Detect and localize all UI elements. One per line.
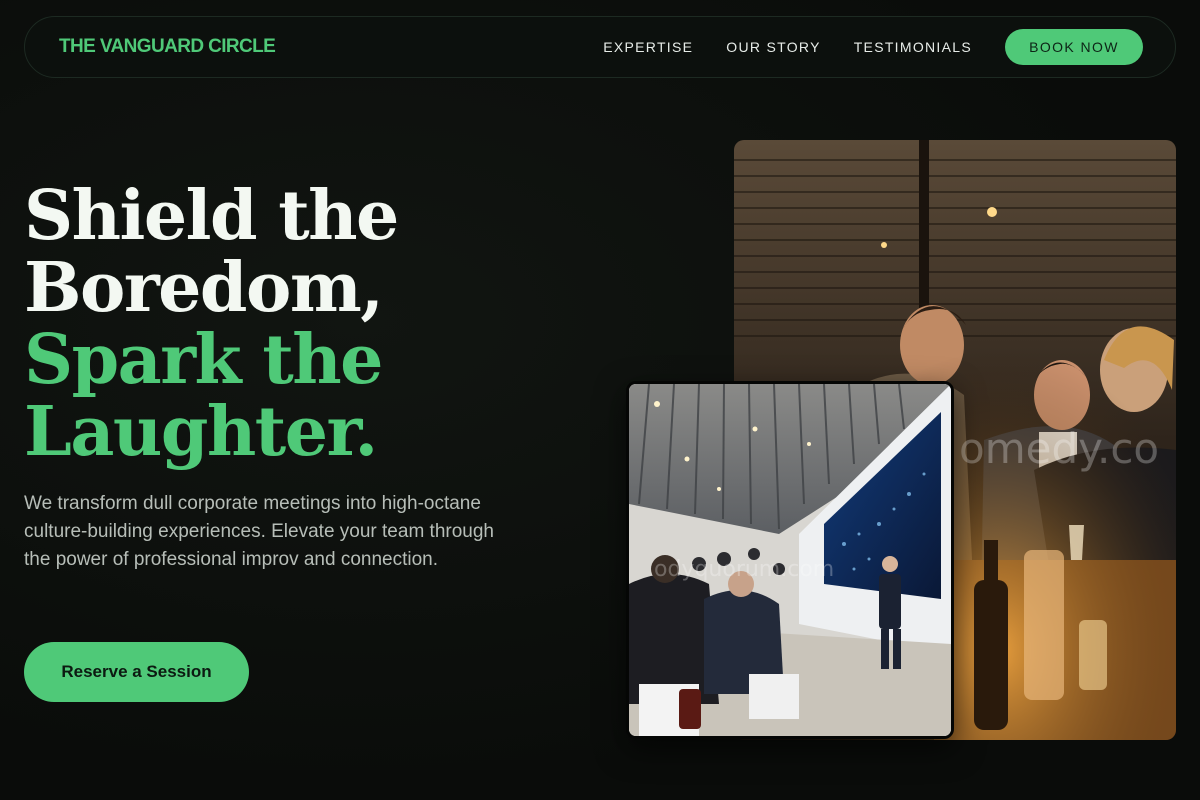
hero-description: We transform dull corporate meetings int… <box>24 493 494 570</box>
nav-link-expertise[interactable]: EXPERTISE <box>603 39 693 55</box>
back-photo-watermark: omedy.co <box>959 424 1160 473</box>
conference-presentation-photo: odyquorum.com <box>626 381 954 739</box>
nav-link-our-story[interactable]: OUR STORY <box>726 39 820 55</box>
hero-headline: Shield the Boredom, Spark the Laughter. <box>24 180 584 468</box>
nav-link-testimonials[interactable]: TESTIMONIALS <box>854 39 972 55</box>
headline-line-1: Shield the <box>24 176 399 256</box>
front-photo-watermark: odyquorum.com <box>654 557 835 582</box>
headline-line-2: Boredom, <box>24 248 384 328</box>
nav-links: EXPERTISE OUR STORY TESTIMONIALS BOOK NO… <box>603 29 1143 65</box>
brand-logo[interactable]: THE VANGUARD CIRCLE <box>59 36 276 58</box>
reserve-session-button[interactable]: Reserve a Session <box>24 642 249 702</box>
book-now-button[interactable]: BOOK NOW <box>1005 29 1143 65</box>
landing-page: THE VANGUARD CIRCLE EXPERTISE OUR STORY … <box>0 0 1200 800</box>
headline-line-4: Laughter. <box>24 392 378 472</box>
top-navbar: THE VANGUARD CIRCLE EXPERTISE OUR STORY … <box>24 16 1176 78</box>
headline-line-3: Spark the <box>24 320 383 400</box>
